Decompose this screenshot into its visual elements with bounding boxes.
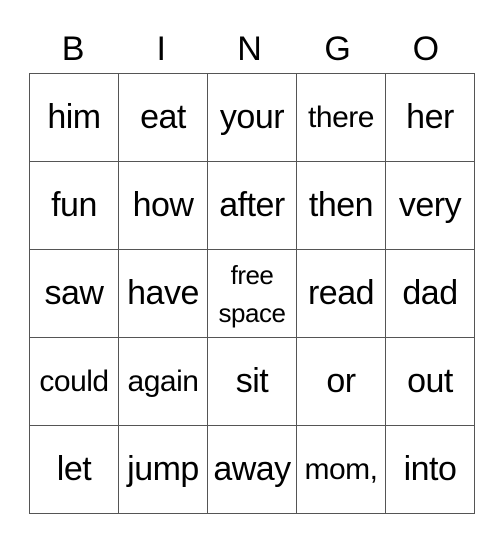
header-letter-b: B: [61, 30, 85, 68]
bingo-cell: read: [296, 249, 386, 338]
bingo-cell: eat: [118, 73, 208, 162]
free-space-cell: free space: [207, 249, 297, 338]
header-letter-g: G: [324, 30, 351, 68]
header-letter-i: I: [156, 30, 166, 68]
bingo-cell: your: [207, 73, 297, 162]
bingo-header: B I N G O: [29, 26, 471, 72]
bingo-cell: out: [385, 337, 475, 426]
bingo-cell: her: [385, 73, 475, 162]
bingo-cell: away: [207, 425, 297, 514]
bingo-cell: how: [118, 161, 208, 250]
bingo-cell: very: [385, 161, 475, 250]
bingo-cell: after: [207, 161, 297, 250]
bingo-cell: let: [29, 425, 119, 514]
bingo-row: let jump away mom, into: [29, 425, 475, 514]
bingo-cell: saw: [29, 249, 119, 338]
header-letter-n: N: [237, 30, 262, 68]
bingo-cell: mom,: [296, 425, 386, 514]
bingo-row: him eat your there her: [29, 73, 475, 162]
bingo-cell: jump: [118, 425, 208, 514]
bingo-cell: there: [296, 73, 386, 162]
header-letter-o: O: [412, 30, 440, 68]
bingo-cell: him: [29, 73, 119, 162]
bingo-cell: again: [118, 337, 208, 426]
bingo-row: fun how after then very: [29, 161, 475, 250]
bingo-cell: fun: [29, 161, 119, 250]
bingo-grid: him eat your there her fun how after the…: [29, 73, 475, 514]
bingo-cell: dad: [385, 249, 475, 338]
bingo-cell: or: [296, 337, 386, 426]
bingo-cell: sit: [207, 337, 297, 426]
bingo-row: saw have free space read dad: [29, 249, 475, 338]
bingo-cell: then: [296, 161, 386, 250]
bingo-cell: could: [29, 337, 119, 426]
bingo-cell: have: [118, 249, 208, 338]
bingo-row: could again sit or out: [29, 337, 475, 426]
bingo-cell: into: [385, 425, 475, 514]
